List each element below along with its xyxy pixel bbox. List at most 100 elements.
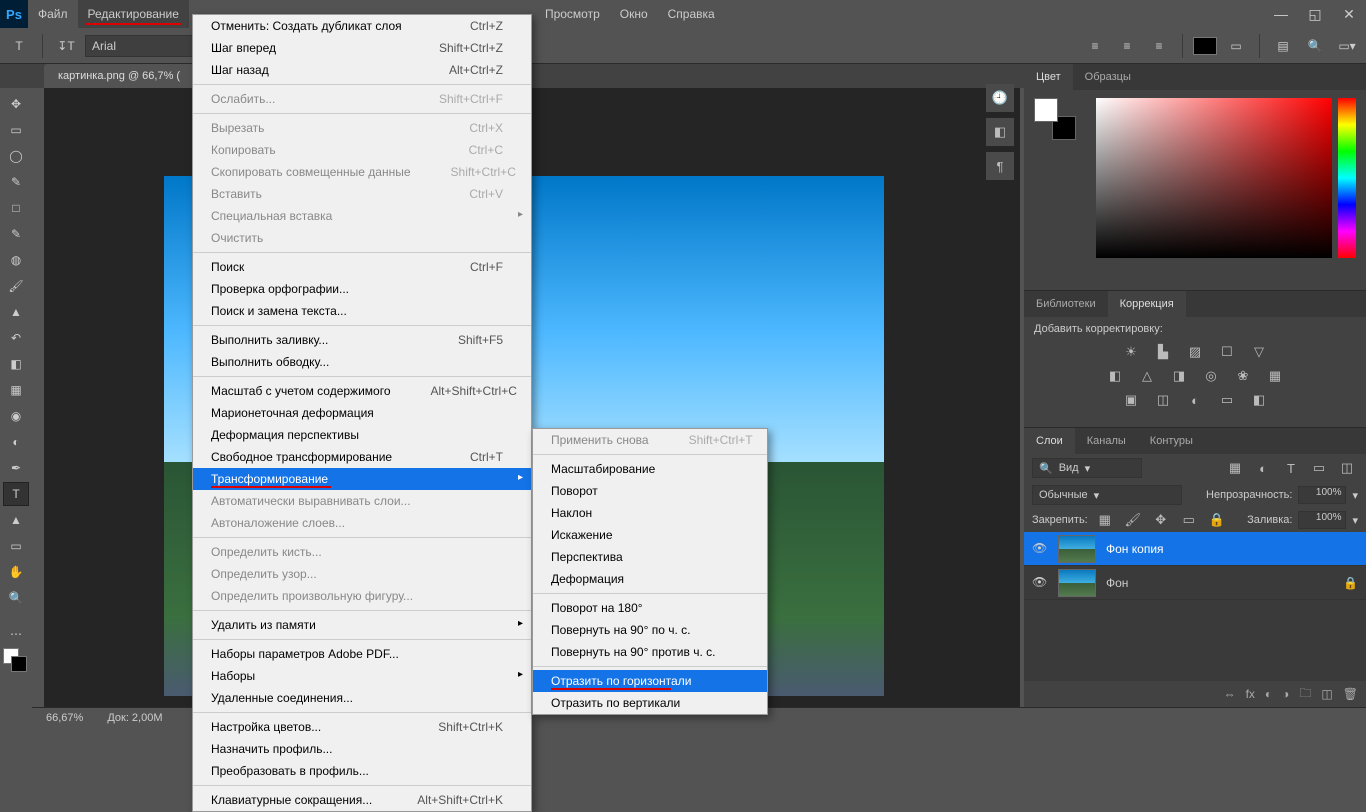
channels-tab[interactable]: Каналы xyxy=(1075,428,1138,454)
transform-menu-item[interactable]: Поворот на 180° xyxy=(533,597,767,619)
menu-edit[interactable]: Редактирование xyxy=(78,0,189,28)
swatches-tab[interactable]: Образцы xyxy=(1073,64,1143,90)
character-panel-icon[interactable]: ¶ xyxy=(986,152,1014,180)
paths-tab[interactable]: Контуры xyxy=(1138,428,1205,454)
posterize-icon[interactable]: ◫ xyxy=(1152,391,1174,409)
fill-input[interactable]: 100% xyxy=(1298,511,1346,529)
menu-help[interactable]: Справка xyxy=(658,0,725,28)
edit-menu-item[interactable]: Назначить профиль... xyxy=(193,738,531,760)
transform-menu-item[interactable]: Повернуть на 90° по ч. с. xyxy=(533,619,767,641)
menu-file[interactable]: Файл xyxy=(28,0,78,28)
blend-mode-select[interactable]: Обычные ▾ xyxy=(1032,485,1182,505)
dodge-tool[interactable]: ◐ xyxy=(3,430,29,454)
link-layers-icon[interactable]: ⇔ xyxy=(1224,687,1236,701)
transform-menu-item[interactable]: Наклон xyxy=(533,502,767,524)
layer-mask-icon[interactable]: ◐ xyxy=(1265,687,1272,701)
layer-item[interactable]: 👁 Фон копия xyxy=(1024,532,1366,566)
hand-tool[interactable]: ✋ xyxy=(3,560,29,584)
filter-pixel-icon[interactable]: ▦ xyxy=(1224,459,1246,477)
character-panel-icon[interactable]: ▤ xyxy=(1270,33,1296,59)
filter-shape-icon[interactable]: ▭ xyxy=(1308,459,1330,477)
edit-menu-item[interactable]: ПоискCtrl+F xyxy=(193,256,531,278)
adjustments-tab[interactable]: Коррекция xyxy=(1108,291,1186,317)
channel-mixer-icon[interactable]: ❀ xyxy=(1232,367,1254,385)
move-tool[interactable]: ✥ xyxy=(3,92,29,116)
document-tab[interactable]: картинка.png @ 66,7% ( xyxy=(44,64,194,88)
search-icon[interactable]: 🔍 xyxy=(1302,33,1328,59)
selective-color-icon[interactable]: ◧ xyxy=(1248,391,1270,409)
gradient-tool[interactable]: ▦ xyxy=(3,378,29,402)
transform-menu-item[interactable]: Поворот xyxy=(533,480,767,502)
lock-all-icon[interactable]: 🔒 xyxy=(1206,511,1228,529)
delete-layer-icon[interactable]: 🗑 xyxy=(1343,687,1358,701)
layer-filter-select[interactable]: 🔍 Вид ▾ xyxy=(1032,458,1142,478)
filter-smart-icon[interactable]: ◫ xyxy=(1336,459,1358,477)
hue-icon[interactable]: ◧ xyxy=(1104,367,1126,385)
align-center-icon[interactable]: ≡ xyxy=(1114,33,1140,59)
zoom-tool[interactable]: 🔍 xyxy=(3,586,29,610)
minimize-button[interactable]: — xyxy=(1264,0,1298,28)
text-color-swatch[interactable] xyxy=(1193,37,1217,55)
type-tool[interactable]: T xyxy=(3,482,29,506)
brush-tool[interactable]: 🖌 xyxy=(3,274,29,298)
visibility-icon[interactable]: 👁 xyxy=(1032,575,1048,591)
align-right-icon[interactable]: ≡ xyxy=(1146,33,1172,59)
pen-tool[interactable]: ✒ xyxy=(3,456,29,480)
color-tab[interactable]: Цвет xyxy=(1024,64,1073,90)
menu-view[interactable]: Просмотр xyxy=(535,0,610,28)
levels-icon[interactable]: ▙ xyxy=(1152,343,1174,361)
eyedropper-tool[interactable]: ✎ xyxy=(3,222,29,246)
libraries-tab[interactable]: Библиотеки xyxy=(1024,291,1108,317)
edit-menu-item[interactable]: Преобразовать в профиль... xyxy=(193,760,531,782)
gradient-map-icon[interactable]: ▭ xyxy=(1216,391,1238,409)
properties-panel-icon[interactable]: ◧ xyxy=(986,118,1014,146)
opacity-input[interactable]: 100% xyxy=(1298,486,1346,504)
threshold-icon[interactable]: ◐ xyxy=(1184,391,1206,409)
edit-menu-item[interactable]: Отменить: Создать дубликат слояCtrl+Z xyxy=(193,15,531,37)
tool-preset-icon[interactable]: T xyxy=(6,33,32,59)
edit-menu-item[interactable]: Проверка орфографии... xyxy=(193,278,531,300)
brightness-icon[interactable]: ☀ xyxy=(1120,343,1142,361)
edit-menu-item[interactable]: Поиск и замена текста... xyxy=(193,300,531,322)
edit-menu-item[interactable]: Настройка цветов...Shift+Ctrl+K xyxy=(193,716,531,738)
lasso-tool[interactable]: ◯ xyxy=(3,144,29,168)
edit-menu-item[interactable]: Выполнить обводку... xyxy=(193,351,531,373)
edit-toolbar[interactable]: ⋯ xyxy=(3,622,29,646)
transform-menu-item[interactable]: Отразить по горизонтали xyxy=(533,670,767,692)
new-layer-icon[interactable]: ◫ xyxy=(1321,687,1332,701)
restore-button[interactable]: ◱ xyxy=(1298,0,1332,28)
edit-menu-item[interactable]: Удаленные соединения... xyxy=(193,687,531,709)
transform-menu-item[interactable]: Деформация xyxy=(533,568,767,590)
layers-tab[interactable]: Слои xyxy=(1024,428,1075,454)
lock-artboard-icon[interactable]: ▭ xyxy=(1178,511,1200,529)
layer-style-icon[interactable]: fx xyxy=(1246,687,1255,701)
doc-size[interactable]: Док: 2,00M xyxy=(107,712,162,724)
edit-menu-item[interactable]: Шаг назадAlt+Ctrl+Z xyxy=(193,59,531,81)
marquee-tool[interactable]: ▭ xyxy=(3,118,29,142)
edit-menu-item[interactable]: Марионеточная деформация xyxy=(193,402,531,424)
transform-menu-item[interactable]: Повернуть на 90° против ч. с. xyxy=(533,641,767,663)
background-color[interactable] xyxy=(11,656,27,672)
transform-menu-item[interactable]: Отразить по вертикали xyxy=(533,692,767,714)
exposure-icon[interactable]: ☐ xyxy=(1216,343,1238,361)
visibility-icon[interactable]: 👁 xyxy=(1032,541,1048,557)
fg-swatch[interactable] xyxy=(1034,98,1058,122)
lock-position-icon[interactable]: ✥ xyxy=(1150,511,1172,529)
transform-menu-item[interactable]: Масштабирование xyxy=(533,458,767,480)
hue-strip[interactable] xyxy=(1338,98,1356,258)
healing-brush-tool[interactable]: ◍ xyxy=(3,248,29,272)
edit-menu-item[interactable]: Деформация перспективы xyxy=(193,424,531,446)
transform-menu-item[interactable]: Перспектива xyxy=(533,546,767,568)
history-brush-tool[interactable]: ↶ xyxy=(3,326,29,350)
bw-icon[interactable]: ◨ xyxy=(1168,367,1190,385)
blur-tool[interactable]: ◉ xyxy=(3,404,29,428)
curves-icon[interactable]: ▨ xyxy=(1184,343,1206,361)
rectangle-tool[interactable]: ▭ xyxy=(3,534,29,558)
font-family-select[interactable]: Arial xyxy=(85,35,205,57)
photo-filter-icon[interactable]: ◎ xyxy=(1200,367,1222,385)
invert-icon[interactable]: ▣ xyxy=(1120,391,1142,409)
edit-menu-item[interactable]: Выполнить заливку...Shift+F5 xyxy=(193,329,531,351)
text-orientation-icon[interactable]: ↧T xyxy=(53,33,79,59)
edit-menu-item[interactable]: Свободное трансформированиеCtrl+T xyxy=(193,446,531,468)
edit-menu-item[interactable]: Наборы xyxy=(193,665,531,687)
